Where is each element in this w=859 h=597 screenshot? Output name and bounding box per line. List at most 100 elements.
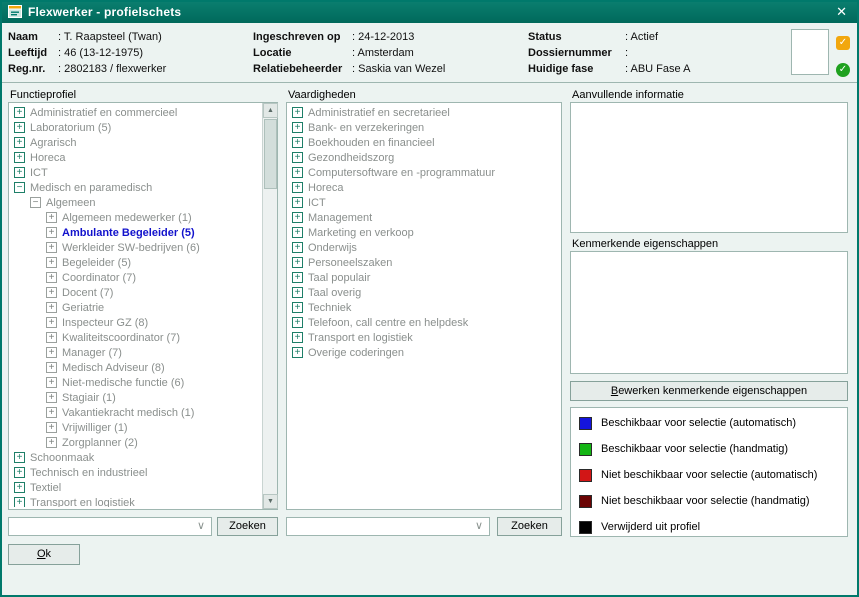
tree-item[interactable]: +Werkleider SW-bedrijven (6) bbox=[11, 240, 261, 255]
tree-item[interactable]: +Personeelszaken bbox=[289, 255, 559, 270]
tree-item[interactable]: +Vrijwilliger (1) bbox=[11, 420, 261, 435]
expand-icon[interactable]: + bbox=[46, 422, 57, 433]
expand-icon[interactable]: + bbox=[14, 497, 25, 507]
expand-icon[interactable]: + bbox=[14, 482, 25, 493]
tree-item[interactable]: −Algemeen bbox=[11, 195, 261, 210]
expand-icon[interactable]: + bbox=[292, 107, 303, 118]
tree-item[interactable]: +Agrarisch bbox=[11, 135, 261, 150]
expand-icon[interactable]: + bbox=[46, 407, 57, 418]
expand-icon[interactable]: + bbox=[292, 182, 303, 193]
tree-item[interactable]: +Management bbox=[289, 210, 559, 225]
tree-item[interactable]: +Administratief en commercieel bbox=[11, 105, 261, 120]
tree-item[interactable]: +Stagiair (1) bbox=[11, 390, 261, 405]
tree-item-label: Schoonmaak bbox=[30, 452, 94, 464]
expand-icon[interactable]: + bbox=[46, 272, 57, 283]
expand-icon[interactable]: + bbox=[46, 317, 57, 328]
collapse-icon[interactable]: − bbox=[30, 197, 41, 208]
expand-icon[interactable]: + bbox=[292, 332, 303, 343]
tree-item[interactable]: +Technisch en industrieel bbox=[11, 465, 261, 480]
expand-icon[interactable]: + bbox=[46, 212, 57, 223]
ok-button[interactable]: Ok bbox=[8, 544, 80, 565]
tree-item[interactable]: +Administratief en secretarieel bbox=[289, 105, 559, 120]
tree-item[interactable]: +Medisch Adviseur (8) bbox=[11, 360, 261, 375]
vaardigheden-zoeken-button[interactable]: Zoeken bbox=[497, 517, 562, 536]
expand-icon[interactable]: + bbox=[46, 302, 57, 313]
tree-item[interactable]: +Kwaliteitscoordinator (7) bbox=[11, 330, 261, 345]
expand-icon[interactable]: + bbox=[14, 137, 25, 148]
expand-icon[interactable]: + bbox=[46, 332, 57, 343]
tree-item[interactable]: +Techniek bbox=[289, 300, 559, 315]
expand-icon[interactable]: + bbox=[292, 287, 303, 298]
tree-item[interactable]: +ICT bbox=[11, 165, 261, 180]
functieprofiel-search-combo[interactable]: ∨ bbox=[8, 517, 212, 536]
tree-item[interactable]: +Textiel bbox=[11, 480, 261, 495]
tree-item[interactable]: +Horeca bbox=[11, 150, 261, 165]
tree-item[interactable]: +Horeca bbox=[289, 180, 559, 195]
expand-icon[interactable]: + bbox=[14, 107, 25, 118]
expand-icon[interactable]: + bbox=[292, 257, 303, 268]
expand-icon[interactable]: + bbox=[46, 392, 57, 403]
expand-icon[interactable]: + bbox=[292, 227, 303, 238]
expand-icon[interactable]: + bbox=[46, 377, 57, 388]
tree-item[interactable]: +Taal populair bbox=[289, 270, 559, 285]
tree-item[interactable]: +Begeleider (5) bbox=[11, 255, 261, 270]
tree-item[interactable]: +Taal overig bbox=[289, 285, 559, 300]
expand-icon[interactable]: + bbox=[292, 197, 303, 208]
expand-icon[interactable]: + bbox=[46, 362, 57, 373]
tree-item[interactable]: +Onderwijs bbox=[289, 240, 559, 255]
tree-item[interactable]: +Inspecteur GZ (8) bbox=[11, 315, 261, 330]
tree-item[interactable]: +Zorgplanner (2) bbox=[11, 435, 261, 450]
tree-item[interactable]: +Niet-medische functie (6) bbox=[11, 375, 261, 390]
tree-item[interactable]: +Ambulante Begeleider (5) bbox=[11, 225, 261, 240]
expand-icon[interactable]: + bbox=[292, 152, 303, 163]
expand-icon[interactable]: + bbox=[292, 272, 303, 283]
tree-item[interactable]: +Overige coderingen bbox=[289, 345, 559, 360]
tree-item[interactable]: +Gezondheidszorg bbox=[289, 150, 559, 165]
expand-icon[interactable]: + bbox=[292, 137, 303, 148]
expand-icon[interactable]: + bbox=[46, 437, 57, 448]
tree-item[interactable]: +Algemeen medewerker (1) bbox=[11, 210, 261, 225]
expand-icon[interactable]: + bbox=[292, 347, 303, 358]
tree-item[interactable]: +Manager (7) bbox=[11, 345, 261, 360]
expand-icon[interactable]: + bbox=[14, 467, 25, 478]
expand-icon[interactable]: + bbox=[292, 302, 303, 313]
expand-icon[interactable]: + bbox=[292, 242, 303, 253]
expand-icon[interactable]: + bbox=[292, 167, 303, 178]
expand-icon[interactable]: + bbox=[14, 152, 25, 163]
scroll-up-button[interactable]: ▲ bbox=[263, 103, 278, 118]
tree-item[interactable]: +Coordinator (7) bbox=[11, 270, 261, 285]
tree-item[interactable]: +Docent (7) bbox=[11, 285, 261, 300]
close-button[interactable]: ✕ bbox=[832, 4, 851, 20]
tree-item[interactable]: +Marketing en verkoop bbox=[289, 225, 559, 240]
expand-icon[interactable]: + bbox=[292, 212, 303, 223]
tree-item[interactable]: + Schoonmaak bbox=[11, 450, 261, 465]
expand-icon[interactable]: + bbox=[46, 227, 57, 238]
expand-icon[interactable]: + bbox=[14, 167, 25, 178]
tree-item[interactable]: +Vakantiekracht medisch (1) bbox=[11, 405, 261, 420]
bewerken-kenmerkende-eigenschappen-button[interactable]: Bewerken kenmerkende eigenschappen bbox=[570, 381, 848, 401]
vaardigheden-search-combo[interactable]: ∨ bbox=[286, 517, 490, 536]
collapse-icon[interactable]: − bbox=[14, 182, 25, 193]
tree-item[interactable]: +Transport en logistiek bbox=[289, 330, 559, 345]
tree-item[interactable]: +Boekhouden en financieel bbox=[289, 135, 559, 150]
tree-item[interactable]: +Geriatrie bbox=[11, 300, 261, 315]
functieprofiel-scrollbar[interactable]: ▲ ▼ bbox=[262, 103, 277, 509]
scroll-thumb[interactable] bbox=[264, 119, 277, 189]
tree-item[interactable]: +Laboratorium (5) bbox=[11, 120, 261, 135]
functieprofiel-zoeken-button[interactable]: Zoeken bbox=[217, 517, 278, 536]
expand-icon[interactable]: + bbox=[14, 452, 25, 463]
expand-icon[interactable]: + bbox=[292, 122, 303, 133]
expand-icon[interactable]: + bbox=[14, 122, 25, 133]
tree-item[interactable]: −Medisch en paramedisch bbox=[11, 180, 261, 195]
tree-item[interactable]: +Telefoon, call centre en helpdesk bbox=[289, 315, 559, 330]
tree-item[interactable]: +Transport en logistiek bbox=[11, 495, 261, 507]
expand-icon[interactable]: + bbox=[46, 257, 57, 268]
tree-item[interactable]: +ICT bbox=[289, 195, 559, 210]
expand-icon[interactable]: + bbox=[292, 317, 303, 328]
tree-item[interactable]: +Bank- en verzekeringen bbox=[289, 120, 559, 135]
tree-item[interactable]: +Computersoftware en -programmatuur bbox=[289, 165, 559, 180]
expand-icon[interactable]: + bbox=[46, 347, 57, 358]
scroll-down-button[interactable]: ▼ bbox=[263, 494, 278, 509]
expand-icon[interactable]: + bbox=[46, 287, 57, 298]
expand-icon[interactable]: + bbox=[46, 242, 57, 253]
